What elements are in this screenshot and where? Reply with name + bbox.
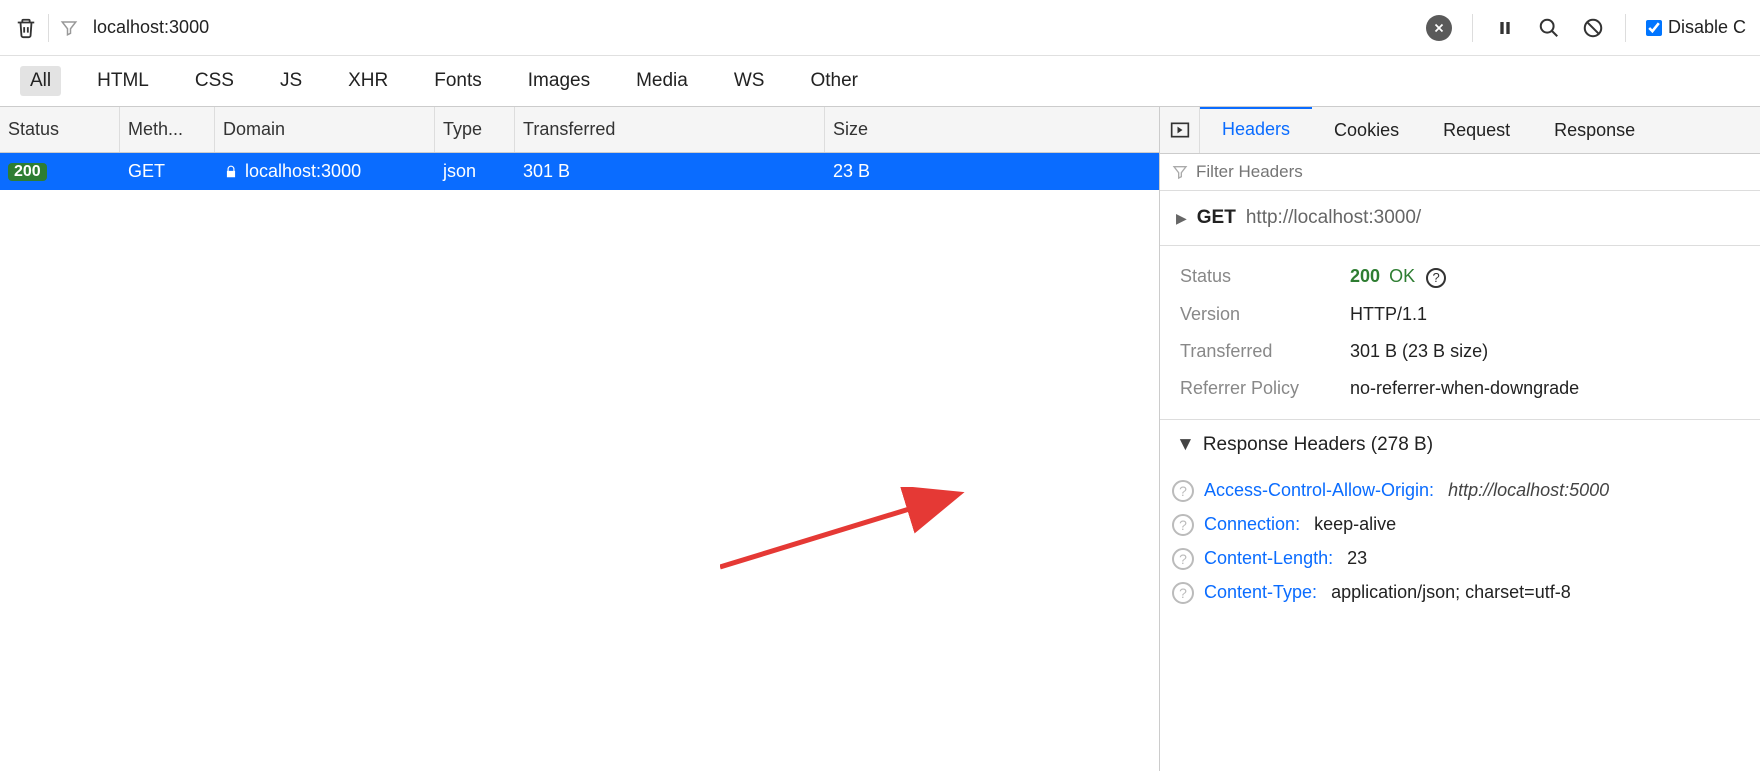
- request-table-header: Status Meth... Domain Type Transferred S…: [0, 107, 1159, 153]
- referrer-value: no-referrer-when-downgrade: [1350, 378, 1579, 399]
- cell-type: json: [435, 153, 515, 190]
- header-value: application/json; charset=utf-8: [1331, 582, 1571, 603]
- tab-headers[interactable]: Headers: [1200, 107, 1312, 152]
- search-icon[interactable]: [1537, 16, 1561, 40]
- summary-method: GET: [1197, 207, 1236, 229]
- status-badge: 200: [8, 163, 47, 181]
- version-value: HTTP/1.1: [1350, 304, 1427, 325]
- caret-right-icon: ▶: [1176, 210, 1187, 227]
- help-icon[interactable]: ?: [1426, 268, 1446, 288]
- caret-down-icon: ▼: [1176, 434, 1195, 456]
- help-icon[interactable]: ?: [1172, 514, 1194, 536]
- filter-tab-fonts[interactable]: Fonts: [424, 66, 492, 96]
- tab-cookies[interactable]: Cookies: [1312, 108, 1421, 153]
- request-list-panel: Status Meth... Domain Type Transferred S…: [0, 107, 1160, 771]
- pause-icon[interactable]: [1493, 16, 1517, 40]
- transferred-value: 301 B (23 B size): [1350, 341, 1488, 362]
- status-label: Status: [1180, 266, 1350, 288]
- header-name[interactable]: Content-Length:: [1204, 548, 1333, 569]
- cell-domain: localhost:3000: [245, 161, 361, 182]
- annotation-arrow: [720, 487, 970, 577]
- help-icon[interactable]: ?: [1172, 582, 1194, 604]
- filter-tabs: All HTML CSS JS XHR Fonts Images Media W…: [0, 56, 1760, 107]
- lock-icon: [223, 164, 239, 180]
- version-label: Version: [1180, 304, 1350, 325]
- filter-tab-other[interactable]: Other: [800, 66, 868, 96]
- trash-icon[interactable]: [14, 16, 38, 40]
- disable-cache-label: Disable C: [1668, 17, 1746, 38]
- list-item: ? Content-Length: 23: [1172, 542, 1748, 576]
- header-value: keep-alive: [1314, 514, 1396, 535]
- filter-tab-css[interactable]: CSS: [185, 66, 244, 96]
- toggle-sidebar-icon[interactable]: [1160, 107, 1200, 153]
- col-status[interactable]: Status: [0, 107, 120, 152]
- col-type[interactable]: Type: [435, 107, 515, 152]
- table-row[interactable]: 200 GET localhost:3000 json 301 B 23 B: [0, 153, 1159, 190]
- filter-tab-all[interactable]: All: [20, 66, 61, 96]
- filter-tab-js[interactable]: JS: [270, 66, 312, 96]
- block-icon[interactable]: [1581, 16, 1605, 40]
- summary-url: http://localhost:3000/: [1246, 207, 1421, 229]
- tab-response[interactable]: Response: [1532, 108, 1657, 153]
- filter-tab-ws[interactable]: WS: [724, 66, 775, 96]
- list-item: ? Content-Type: application/json; charse…: [1172, 576, 1748, 610]
- col-domain[interactable]: Domain: [215, 107, 435, 152]
- col-transferred[interactable]: Transferred: [515, 107, 825, 152]
- filter-tab-images[interactable]: Images: [518, 66, 600, 96]
- transferred-label: Transferred: [1180, 341, 1350, 362]
- filter-headers-row: [1160, 154, 1760, 191]
- general-info: Status 200 OK ? Version HTTP/1.1 Transfe…: [1160, 246, 1760, 420]
- referrer-label: Referrer Policy: [1180, 378, 1350, 399]
- status-code: 200: [1350, 266, 1380, 286]
- url-filter-input[interactable]: [93, 17, 353, 38]
- disable-cache-checkbox[interactable]: Disable C: [1646, 17, 1746, 38]
- clear-icon[interactable]: [1426, 15, 1452, 41]
- help-icon[interactable]: ?: [1172, 548, 1194, 570]
- header-name[interactable]: Access-Control-Allow-Origin:: [1204, 480, 1434, 501]
- response-headers-toggle[interactable]: ▼ Response Headers (278 B): [1160, 420, 1760, 470]
- col-size[interactable]: Size: [825, 107, 955, 152]
- filter-headers-input[interactable]: [1196, 162, 1748, 182]
- funnel-icon: [1172, 164, 1188, 180]
- list-item: ? Connection: keep-alive: [1172, 508, 1748, 542]
- cell-method: GET: [120, 153, 215, 190]
- filter-tab-media[interactable]: Media: [626, 66, 698, 96]
- tab-request[interactable]: Request: [1421, 108, 1532, 153]
- request-summary[interactable]: ▶ GET http://localhost:3000/: [1160, 191, 1760, 246]
- header-name[interactable]: Connection:: [1204, 514, 1300, 535]
- details-panel: Headers Cookies Request Response ▶ GET h…: [1160, 107, 1760, 771]
- list-item: ? Access-Control-Allow-Origin: http://lo…: [1172, 474, 1748, 508]
- filter-tab-html[interactable]: HTML: [87, 66, 159, 96]
- filter-tab-xhr[interactable]: XHR: [338, 66, 398, 96]
- status-text: OK: [1389, 266, 1415, 286]
- funnel-icon: [59, 18, 79, 38]
- main: Status Meth... Domain Type Transferred S…: [0, 107, 1760, 771]
- help-icon[interactable]: ?: [1172, 480, 1194, 502]
- header-value: http://localhost:5000: [1448, 480, 1609, 501]
- col-method[interactable]: Meth...: [120, 107, 215, 152]
- detail-tabs: Headers Cookies Request Response: [1160, 107, 1760, 154]
- response-headers-title: Response Headers (278 B): [1203, 434, 1433, 456]
- header-value: 23: [1347, 548, 1367, 569]
- cell-size: 23 B: [825, 153, 955, 190]
- response-headers-list: ? Access-Control-Allow-Origin: http://lo…: [1160, 470, 1760, 622]
- header-name[interactable]: Content-Type:: [1204, 582, 1317, 603]
- cell-transferred: 301 B: [515, 153, 825, 190]
- toolbar: Disable C: [0, 0, 1760, 56]
